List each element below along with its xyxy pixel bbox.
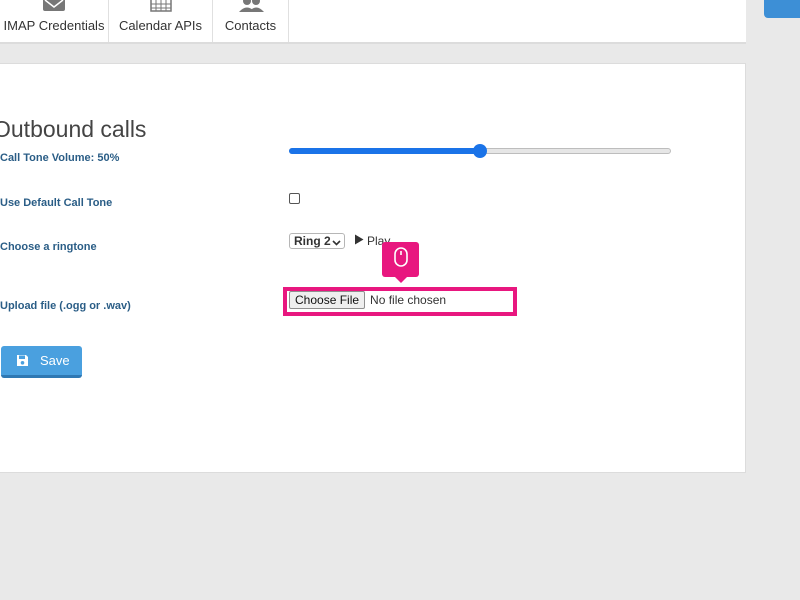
tab-label: Contacts	[224, 18, 277, 33]
envelope-icon	[42, 0, 66, 15]
section-title: Outbound calls	[0, 116, 147, 142]
contacts-icon	[236, 0, 266, 15]
chevron-down-icon	[332, 236, 341, 250]
tab-label: IMAP Credentials	[3, 18, 105, 33]
call-tone-volume-label: Call Tone Volume: 50%	[0, 152, 120, 164]
slider-fill	[289, 148, 480, 154]
save-button[interactable]: Save	[1, 346, 82, 378]
slider-thumb[interactable]	[473, 144, 487, 158]
mouse-icon	[393, 247, 408, 272]
tab-calendar-apis[interactable]: Calendar APIs	[109, 0, 213, 42]
upload-file-label: Upload file (.ogg or .wav)	[0, 300, 131, 312]
no-file-chosen-text: No file chosen	[370, 293, 447, 307]
outbound-calls-panel: Outbound calls Call Tone Volume: 50% Use…	[0, 63, 746, 473]
settings-tab-bar: IMAP Credentials Calendar APIs Contacts	[0, 0, 746, 44]
save-label: Save	[40, 353, 70, 368]
play-icon	[354, 234, 364, 248]
default-call-tone-checkbox[interactable]	[289, 193, 300, 204]
tab-contacts[interactable]: Contacts	[213, 0, 289, 42]
tab-label: Calendar APIs	[118, 18, 203, 33]
ringtone-select[interactable]: Ring 2	[289, 233, 345, 249]
ringtone-label: Choose a ringtone	[0, 241, 97, 253]
calendar-icon	[149, 0, 172, 15]
page: IMAP Credentials Calendar APIs Contacts …	[0, 0, 800, 600]
tab-imap-credentials[interactable]: IMAP Credentials	[0, 0, 109, 42]
choose-file-button[interactable]: Choose File	[289, 291, 366, 309]
mouse-click-callout	[382, 242, 419, 283]
default-call-tone-label: Use Default Call Tone	[0, 197, 113, 209]
ringtone-selected-value: Ring 2	[294, 234, 331, 248]
file-upload-input[interactable]: Choose File No file chosen	[289, 291, 446, 309]
floppy-disk-icon	[16, 354, 29, 367]
volume-slider[interactable]	[289, 144, 671, 158]
side-action-button[interactable]	[764, 0, 800, 18]
